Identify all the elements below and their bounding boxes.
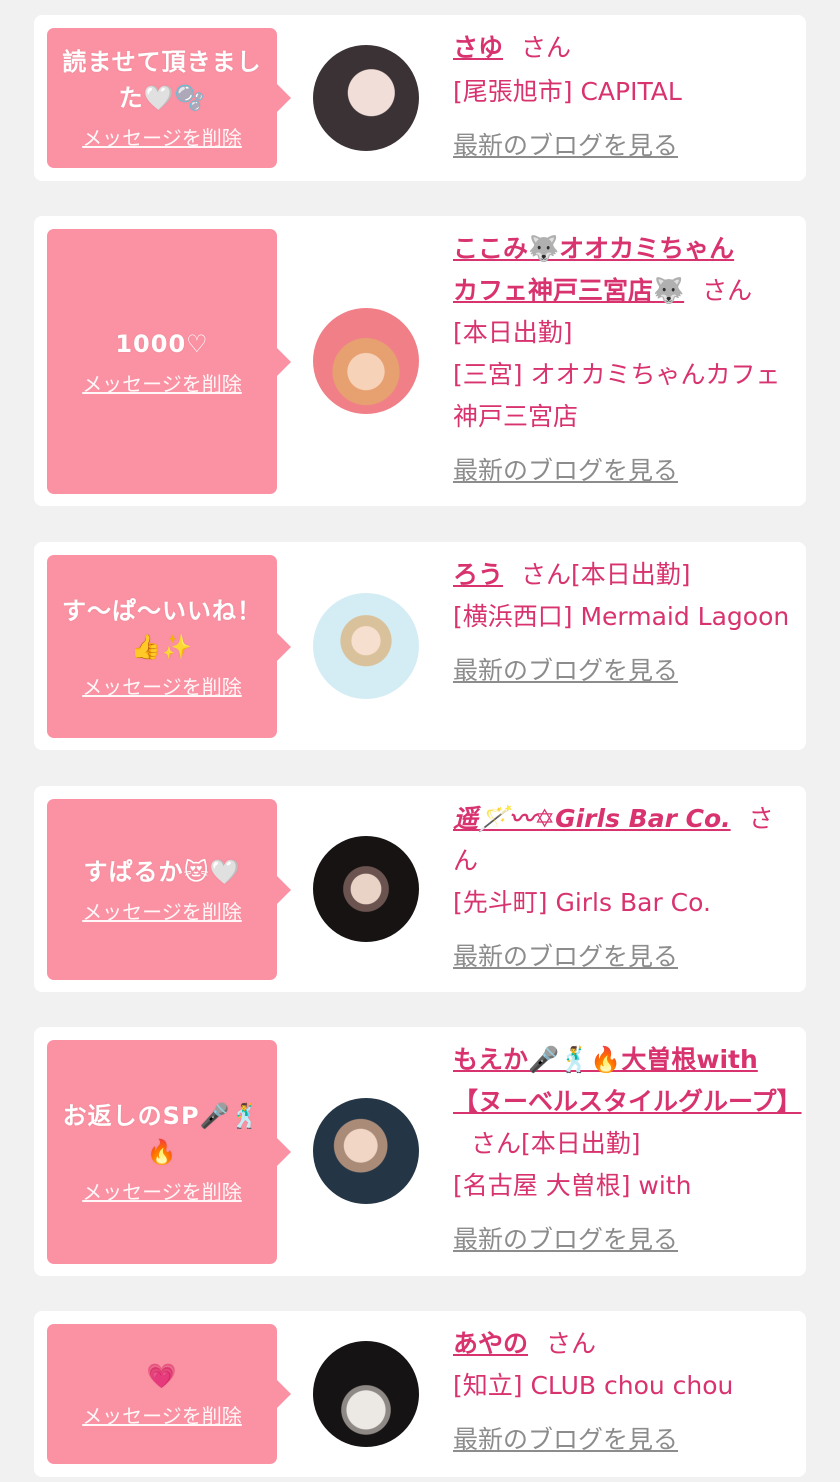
message-card: 💗 メッセージを削除 あやの さん [知立] CLUB chou chou 最新の… <box>34 1311 806 1477</box>
shop-name: [先斗町] Girls Bar Co. <box>453 888 711 917</box>
attendance-status: [本日出勤] <box>571 560 691 589</box>
sender-name-link[interactable]: あやの <box>453 1329 528 1358</box>
latest-blog-link[interactable]: 最新のブログを見る <box>453 125 678 167</box>
sender-name-link[interactable]: ここみ🐺オオカミちゃん <box>453 228 793 270</box>
delete-message-link[interactable]: メッセージを削除 <box>82 1402 242 1430</box>
attendance-status: [本日出勤] <box>521 1129 641 1158</box>
shop-name: [三宮] オオカミちゃんカフェ神戸三宮店 <box>453 360 781 431</box>
message-bubble: 読ませて頂きました🤍🫧 メッセージを削除 <box>47 28 291 168</box>
sender-info: もえか🎤🕺🔥大曽根with 【ヌーベルスタイルグループ】さん[本日出勤] [名古… <box>453 1039 802 1261</box>
delete-message-link[interactable]: メッセージを削除 <box>82 673 242 701</box>
shop-name: [横浜西口] Mermaid Lagoon <box>453 602 790 631</box>
honorific: さん <box>702 276 753 305</box>
message-text: 読ませて頂きました🤍🫧 <box>62 48 262 112</box>
latest-blog-link[interactable]: 最新のブログを見る <box>453 1219 678 1261</box>
message-bubble: 1000♡ メッセージを削除 <box>47 229 291 494</box>
sender-name-link[interactable]: ろう <box>453 560 503 589</box>
honorific: さん <box>521 33 572 62</box>
message-text: お返しのSP🎤🕺🔥 <box>62 1102 262 1166</box>
sender-name-link[interactable]: カフェ神戸三宮店🐺 <box>453 276 684 305</box>
sender-name-link[interactable]: 【ヌーベルスタイルグループ】 <box>453 1087 802 1116</box>
shop-name: [名古屋 大曽根] with <box>453 1171 692 1200</box>
message-card: 1000♡ メッセージを削除 ここみ🐺オオカミちゃん カフェ神戸三宮店🐺 さん [… <box>34 216 806 506</box>
attendance-status: [本日出勤] <box>453 318 573 347</box>
sender-info: ここみ🐺オオカミちゃん カフェ神戸三宮店🐺 さん [本日出勤] [三宮] オオカミ… <box>453 228 793 492</box>
shop-name: [知立] CLUB chou chou <box>453 1371 734 1400</box>
latest-blog-link[interactable]: 最新のブログを見る <box>453 936 678 978</box>
delete-message-link[interactable]: メッセージを削除 <box>82 370 242 398</box>
message-card: すぱるか😻🤍 メッセージを削除 遥🪄〰✡Girls Bar Co. さん [先斗町… <box>34 786 806 992</box>
sender-name-link[interactable]: 遥🪄〰✡Girls Bar Co. <box>453 804 731 833</box>
message-text: 1000♡ <box>115 329 209 358</box>
avatar[interactable] <box>313 836 419 942</box>
honorific: さん <box>471 1129 522 1158</box>
sender-info: ろう さん[本日出勤] [横浜西口] Mermaid Lagoon 最新のブログを… <box>453 554 793 692</box>
sender-name-link[interactable]: さゆ <box>453 33 503 62</box>
delete-message-link[interactable]: メッセージを削除 <box>82 124 242 152</box>
sender-info: さゆ さん [尾張旭市] CAPITAL 最新のブログを見る <box>453 27 793 167</box>
avatar[interactable] <box>313 1341 419 1447</box>
message-bubble: す〜ぱ〜いいね！👍✨ メッセージを削除 <box>47 555 291 738</box>
sender-info: 遥🪄〰✡Girls Bar Co. さん [先斗町] Girls Bar Co. … <box>453 798 793 978</box>
avatar[interactable] <box>313 1098 419 1204</box>
message-card: す〜ぱ〜いいね！👍✨ メッセージを削除 ろう さん[本日出勤] [横浜西口] Me… <box>34 542 806 750</box>
sender-name-link[interactable]: もえか🎤🕺🔥大曽根with <box>453 1039 793 1081</box>
avatar[interactable] <box>313 308 419 414</box>
honorific: さん <box>521 560 572 589</box>
avatar[interactable] <box>313 45 419 151</box>
latest-blog-link[interactable]: 最新のブログを見る <box>453 450 678 492</box>
message-text: 💗 <box>146 1362 178 1390</box>
sender-info: あやの さん [知立] CLUB chou chou 最新のブログを見る <box>453 1323 793 1461</box>
message-text: す〜ぱ〜いいね！👍✨ <box>62 596 262 661</box>
latest-blog-link[interactable]: 最新のブログを見る <box>453 650 678 692</box>
message-bubble: すぱるか😻🤍 メッセージを削除 <box>47 799 291 980</box>
shop-name: [尾張旭市] CAPITAL <box>453 77 682 106</box>
message-card: 読ませて頂きました🤍🫧 メッセージを削除 さゆ さん [尾張旭市] CAPITAL… <box>34 15 806 181</box>
message-bubble: お返しのSP🎤🕺🔥 メッセージを削除 <box>47 1040 291 1264</box>
message-bubble: 💗 メッセージを削除 <box>47 1324 291 1464</box>
latest-blog-link[interactable]: 最新のブログを見る <box>453 1419 678 1461</box>
message-card: お返しのSP🎤🕺🔥 メッセージを削除 もえか🎤🕺🔥大曽根with 【ヌーベルスタ… <box>34 1027 806 1276</box>
message-text: すぱるか😻🤍 <box>83 857 241 886</box>
honorific: さん <box>546 1329 597 1358</box>
delete-message-link[interactable]: メッセージを削除 <box>82 898 242 926</box>
avatar[interactable] <box>313 593 419 699</box>
delete-message-link[interactable]: メッセージを削除 <box>82 1178 242 1206</box>
